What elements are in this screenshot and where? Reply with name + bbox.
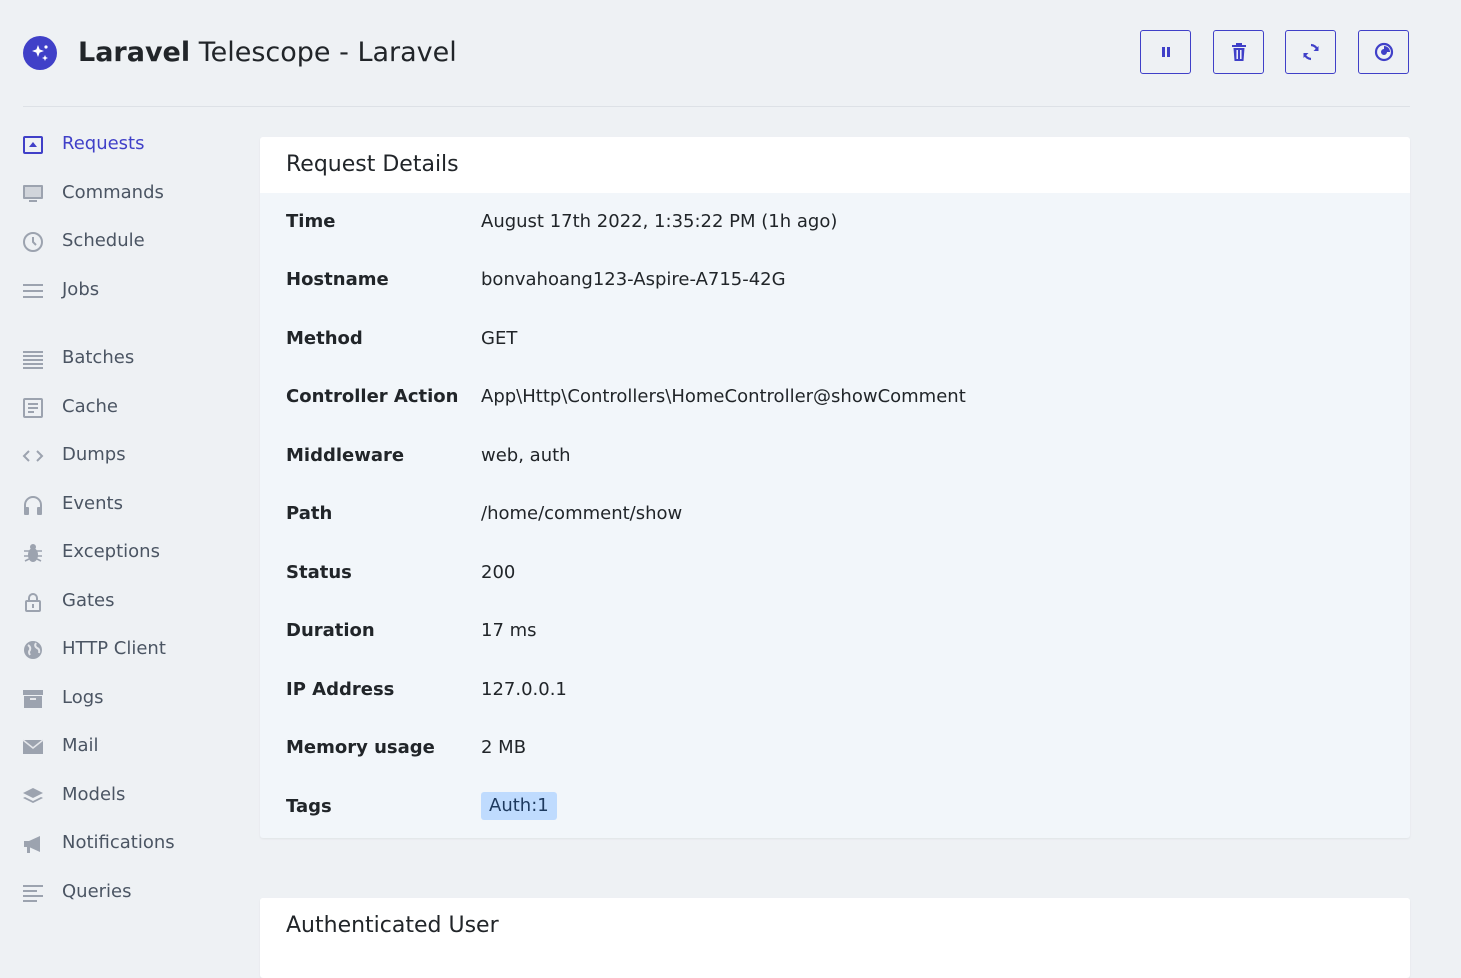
layers-icon (22, 785, 44, 807)
detail-key: Method (286, 328, 363, 349)
sidebar-item-label: Requests (62, 133, 145, 154)
sidebar-item-label: Mail (62, 735, 99, 756)
detail-row-duration: Duration 17 ms (286, 615, 1386, 647)
sidebar-item-events[interactable]: Events (22, 486, 242, 522)
detail-key: Middleware (286, 445, 405, 466)
tag-badge[interactable]: Auth:1 (481, 792, 557, 820)
detail-value: 127.0.0.1 (481, 679, 567, 700)
sidebar-item-commands[interactable]: Commands (22, 175, 242, 211)
bug-icon (22, 542, 44, 564)
detail-row-tags: Tags Auth:1 (286, 791, 1386, 823)
sidebar-item-label: Queries (62, 881, 132, 902)
sidebar-item-label: Logs (62, 687, 104, 708)
card-title: Request Details (286, 152, 459, 177)
sidebar-item-mail[interactable]: Mail (22, 728, 242, 764)
jobs-icon (22, 280, 44, 302)
detail-row-status: Status 200 (286, 557, 1386, 589)
detail-key: Memory usage (286, 737, 435, 758)
sidebar-item-gates[interactable]: Gates (22, 583, 242, 619)
sidebar-item-http-client[interactable]: HTTP Client (22, 631, 242, 667)
queries-icon (22, 882, 44, 904)
sidebar-item-dumps[interactable]: Dumps (22, 437, 242, 473)
card-header: Authenticated User (260, 898, 1410, 954)
sidebar-item-schedule[interactable]: Schedule (22, 223, 242, 259)
detail-row-middleware: Middleware web, auth (286, 440, 1386, 472)
batches-icon (22, 348, 44, 370)
archive-icon (22, 688, 44, 710)
monitor-icon (22, 183, 44, 205)
detail-value: 200 (481, 562, 516, 583)
pause-button[interactable] (1140, 30, 1191, 74)
card-title: Authenticated User (286, 913, 499, 938)
cache-icon (22, 397, 44, 419)
detail-key: Hostname (286, 269, 389, 290)
detail-key: Controller Action (286, 386, 459, 407)
detail-row-ip-address: IP Address 127.0.0.1 (286, 674, 1386, 706)
globe-icon (22, 639, 44, 661)
sidebar-item-notifications[interactable]: Notifications (22, 825, 242, 861)
detail-value: bonvahoang123-Aspire-A715-42G (481, 269, 786, 290)
sidebar-item-label: Schedule (62, 230, 145, 251)
clock-icon (22, 231, 44, 253)
app-title-rest: Telescope - Laravel (190, 37, 457, 68)
detail-value: App\Http\Controllers\HomeController@show… (481, 386, 966, 407)
sidebar-item-label: HTTP Client (62, 638, 166, 659)
detail-row-memory-usage: Memory usage 2 MB (286, 732, 1386, 764)
app-title-bold: Laravel (78, 37, 191, 68)
sidebar-item-label: Dumps (62, 444, 126, 465)
sidebar-item-cache[interactable]: Cache (22, 389, 242, 425)
sidebar-item-label: Cache (62, 396, 118, 417)
code-icon (22, 445, 44, 467)
sidebar-item-batches[interactable]: Batches (22, 340, 242, 376)
card-header: Request Details (260, 137, 1410, 193)
sidebar-item-models[interactable]: Models (22, 777, 242, 813)
detail-value: 17 ms (481, 620, 537, 641)
sidebar-item-label: Models (62, 784, 126, 805)
requests-icon (22, 134, 44, 156)
detail-row-time: Time August 17th 2022, 1:35:22 PM (1h ag… (286, 206, 1386, 238)
sidebar-item-logs[interactable]: Logs (22, 680, 242, 716)
sidebar-item-label: Jobs (62, 279, 100, 300)
detail-key: Duration (286, 620, 375, 641)
sidebar-item-label: Notifications (62, 832, 175, 853)
mail-icon (22, 736, 44, 758)
request-details-card: Request Details Time August 17th 2022, 1… (260, 137, 1410, 838)
sidebar-item-jobs[interactable]: Jobs (22, 272, 242, 308)
lock-icon (22, 591, 44, 613)
detail-value: 2 MB (481, 737, 527, 758)
detail-key: IP Address (286, 679, 395, 700)
top-header: Laravel Telescope - Laravel (23, 0, 1410, 107)
headphones-icon (22, 494, 44, 516)
detail-value: GET (481, 328, 518, 349)
detail-row-controller-action: Controller Action App\Http\Controllers\H… (286, 381, 1386, 413)
sidebar-item-label: Commands (62, 182, 164, 203)
detail-key: Tags (286, 796, 332, 817)
sidebar-item-label: Batches (62, 347, 135, 368)
megaphone-icon (22, 833, 44, 855)
app-title: Laravel Telescope - Laravel (78, 34, 457, 72)
authenticated-user-card: Authenticated User (260, 898, 1410, 978)
sidebar-item-exceptions[interactable]: Exceptions (22, 534, 242, 570)
telescope-logo-icon (23, 36, 57, 70)
sidebar-item-label: Events (62, 493, 123, 514)
detail-row-path: Path /home/comment/show (286, 498, 1386, 530)
sidebar-item-requests[interactable]: Requests (22, 126, 242, 162)
sidebar-item-queries[interactable]: Queries (22, 874, 242, 910)
refresh-button[interactable] (1285, 30, 1336, 74)
clear-entries-button[interactable] (1213, 30, 1264, 74)
theme-toggle-button[interactable] (1358, 30, 1409, 74)
detail-value: August 17th 2022, 1:35:22 PM (1h ago) (481, 211, 838, 232)
detail-row-method: Method GET (286, 323, 1386, 355)
detail-value: web, auth (481, 445, 571, 466)
detail-value: /home/comment/show (481, 503, 683, 524)
detail-key: Status (286, 562, 352, 583)
detail-key: Path (286, 503, 333, 524)
detail-row-hostname: Hostname bonvahoang123-Aspire-A715-42G (286, 264, 1386, 296)
sidebar-item-label: Exceptions (62, 541, 160, 562)
detail-key: Time (286, 211, 336, 232)
sidebar-item-label: Gates (62, 590, 115, 611)
